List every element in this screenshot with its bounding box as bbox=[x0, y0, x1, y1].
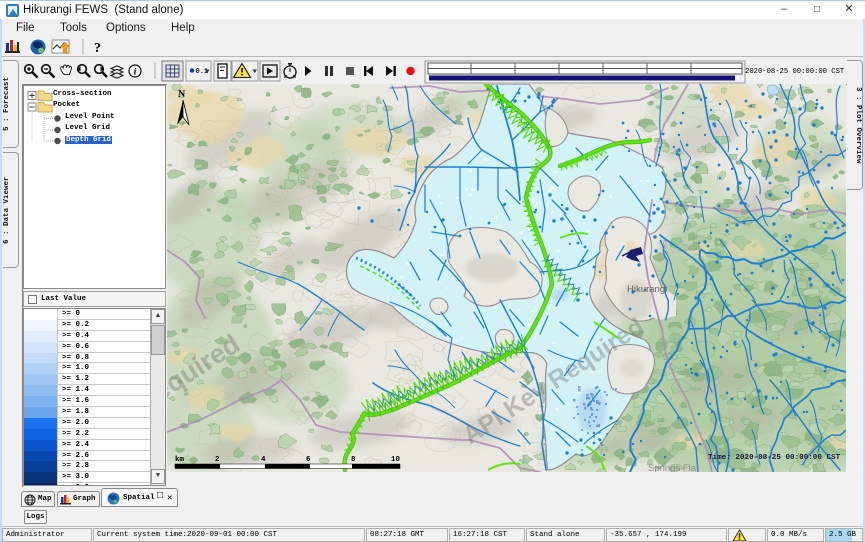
svg-text:Time: 2020-08-25 00:00:00 CST: Time: 2020-08-25 00:00:00 CST bbox=[708, 454, 841, 462]
svg-text:Springs Flat: Springs Flat bbox=[648, 463, 699, 472]
svg-text:2020-08-25 00:00:00 CST: 2020-08-25 00:00:00 CST bbox=[745, 68, 845, 76]
svg-text:0.1: 0.1 bbox=[196, 68, 209, 76]
svg-text:10: 10 bbox=[391, 456, 401, 464]
svg-text:8: 8 bbox=[351, 456, 356, 464]
svg-text:N: N bbox=[178, 89, 186, 100]
svg-text:4: 4 bbox=[261, 456, 266, 464]
svg-text:km: km bbox=[175, 456, 185, 464]
svg-text:2: 2 bbox=[215, 456, 220, 464]
svg-text:Hikurangi: Hikurangi bbox=[627, 284, 667, 295]
svg-text:i: i bbox=[134, 67, 137, 77]
svg-text:?: ? bbox=[94, 41, 101, 56]
svg-text:6: 6 bbox=[306, 456, 311, 464]
